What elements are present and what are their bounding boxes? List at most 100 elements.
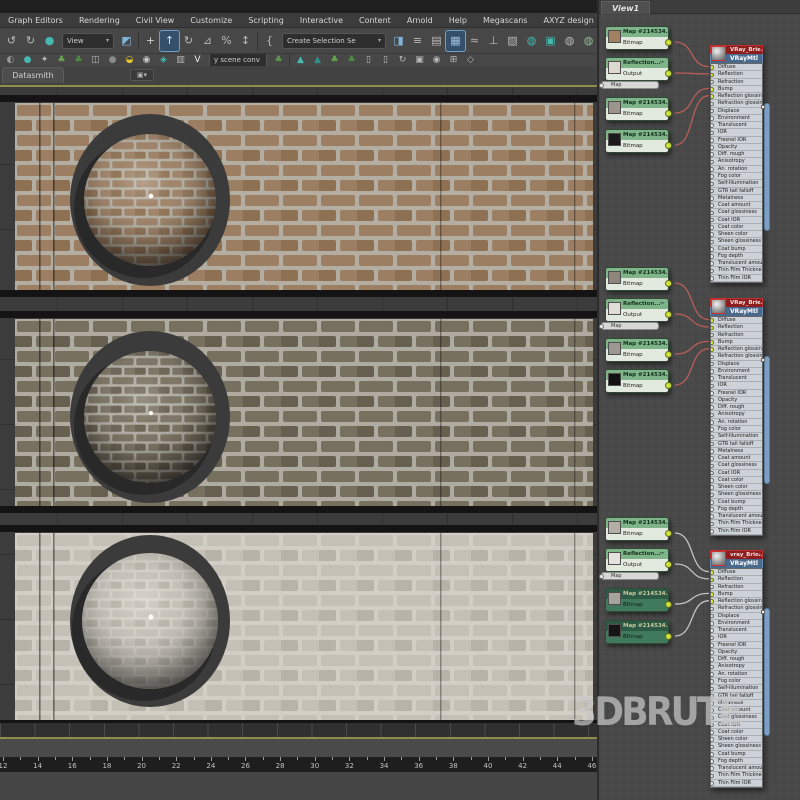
output-socket[interactable] — [665, 110, 672, 117]
rotate-icon[interactable]: ↻ — [179, 31, 198, 51]
slot-diffuse[interactable]: Diffuse — [711, 317, 762, 324]
input-socket[interactable] — [599, 324, 604, 329]
menu-item-axyz-design[interactable]: AXYZ design — [535, 16, 601, 25]
slot-bump[interactable]: Bump — [711, 591, 762, 598]
node-scrollbar[interactable] — [764, 356, 770, 484]
input-socket[interactable] — [711, 152, 714, 157]
slot-self-illumination[interactable]: Self-Illumination — [711, 685, 762, 692]
slot-coat-bump[interactable]: Coat bump — [711, 499, 762, 506]
datasmith-tab[interactable]: Datasmith — [2, 67, 64, 83]
input-socket[interactable] — [711, 500, 714, 505]
slot-fog-color[interactable]: Fog color — [711, 426, 762, 433]
slot-bump[interactable]: Bump — [711, 339, 762, 346]
reflection-output-node[interactable]: Reflection...−OutputMap — [605, 57, 669, 81]
slot-reflection-glossiness[interactable]: Reflection glossiness — [711, 598, 762, 605]
slot-displace[interactable]: Displace — [711, 361, 762, 368]
grid2-icon[interactable]: ⊞ — [445, 54, 462, 66]
input-socket[interactable] — [711, 225, 714, 230]
input-socket[interactable] — [711, 766, 714, 771]
slot-coat-ior[interactable]: Coat IOR — [711, 217, 762, 224]
menu-item-civil-view[interactable]: Civil View — [128, 16, 183, 25]
slot-sheen-glossiness[interactable]: Sheen glossiness — [711, 238, 762, 245]
minimize-icon[interactable]: − — [659, 58, 665, 67]
slot-fog-color[interactable]: Fog color — [711, 678, 762, 685]
slot-diff-rough[interactable]: Diff. rough — [711, 656, 762, 663]
select-place-icon[interactable]: ↑ — [160, 31, 179, 51]
bitmap-node[interactable]: Map #214534...Bitmap — [605, 129, 669, 153]
input-socket[interactable] — [711, 369, 714, 374]
input-socket[interactable] — [711, 240, 714, 245]
slot-opacity[interactable]: Opacity — [711, 397, 762, 404]
output-socket[interactable] — [665, 311, 672, 318]
input-socket[interactable] — [711, 405, 714, 410]
input-socket[interactable] — [711, 701, 714, 706]
slot-translucent-amount[interactable]: Translucent amount — [711, 513, 762, 520]
minimize-icon[interactable]: − — [659, 549, 665, 558]
slot-translucent[interactable]: Translucent — [711, 375, 762, 382]
input-socket[interactable] — [711, 276, 714, 281]
node-graph-canvas[interactable]: Map #214534...Bitmap Reflection...−Output… — [599, 14, 800, 800]
input-socket[interactable] — [711, 254, 714, 259]
input-socket[interactable] — [711, 592, 714, 597]
input-socket[interactable] — [711, 189, 714, 194]
input-socket[interactable] — [711, 318, 714, 323]
bitmap-node[interactable]: Map #214534...Bitmap — [605, 620, 669, 644]
slot-metalness[interactable]: Metalness — [711, 700, 762, 707]
bitmap-node[interactable]: Map #214534...Bitmap — [605, 26, 669, 50]
bitmap-node[interactable]: Map #214534...Bitmap — [605, 588, 669, 612]
slot-ior[interactable]: IOR — [711, 634, 762, 641]
input-socket[interactable] — [711, 73, 714, 78]
input-socket[interactable] — [711, 145, 714, 150]
slot-refraction[interactable]: Refraction — [711, 584, 762, 591]
tree2-icon[interactable]: ♣ — [326, 54, 343, 66]
input-socket[interactable] — [711, 269, 714, 274]
input-socket[interactable] — [711, 774, 714, 779]
reflection-output-node[interactable]: Reflection...−OutputMap — [605, 548, 669, 572]
slot-refraction-glossiness[interactable]: Refraction glossiness — [711, 605, 762, 612]
input-socket[interactable] — [711, 665, 714, 670]
rendered-frame-icon[interactable]: ▣ — [541, 31, 560, 51]
plant-icon[interactable]: ♣ — [53, 54, 70, 66]
input-socket[interactable] — [711, 80, 714, 85]
input-socket[interactable] — [711, 687, 714, 692]
input-socket[interactable] — [711, 643, 714, 648]
slot-refraction-glossiness[interactable]: Refraction glossiness — [711, 100, 762, 107]
slot-gtr-tail-falloff[interactable]: GTR tail falloff — [711, 693, 762, 700]
slot-reflection-glossiness[interactable]: Reflection glossiness — [711, 346, 762, 353]
target-icon[interactable]: ◉ — [138, 54, 155, 66]
undo-icon[interactable]: ↺ — [2, 31, 21, 51]
slot-sheen-glossiness[interactable]: Sheen glossiness — [711, 491, 762, 498]
view-dropdown[interactable]: View▾ — [62, 33, 114, 49]
slot-an-rotation[interactable]: An. rotation — [711, 419, 762, 426]
align-icon[interactable]: ≡ — [408, 31, 427, 51]
slot-translucent-amount[interactable]: Translucent amount — [711, 765, 762, 772]
output-socket[interactable] — [665, 142, 672, 149]
slot-thin-film-ior[interactable]: Thin Film IOR — [711, 780, 762, 787]
gem-icon[interactable]: ◈ — [155, 54, 172, 66]
render-teapot-icon[interactable]: ◍ — [560, 31, 579, 51]
vraymtl-node[interactable]: VRay_Bric...−VRayMtlDiffuseReflectionRef… — [710, 298, 763, 536]
input-socket[interactable] — [711, 730, 714, 735]
slot-coat-amount[interactable]: Coat amount — [711, 455, 762, 462]
hand-icon[interactable]: ✦ — [36, 54, 53, 66]
slot-thin-film-thickness[interactable]: Thin Film Thickness — [711, 267, 762, 274]
card2-icon[interactable]: ▯ — [377, 54, 394, 66]
input-socket[interactable] — [711, 442, 714, 447]
loop-icon[interactable]: ↻ — [394, 54, 411, 66]
input-socket[interactable] — [711, 514, 714, 519]
input-socket[interactable] — [711, 529, 714, 534]
slot-coat-bump[interactable]: Coat bump — [711, 246, 762, 253]
panel-icon[interactable]: ▥ — [172, 54, 189, 66]
input-socket[interactable] — [711, 160, 714, 165]
input-socket[interactable] — [599, 83, 604, 88]
input-socket[interactable] — [711, 471, 714, 476]
vray-logo-icon[interactable]: V — [189, 54, 206, 66]
scale-icon[interactable]: ⊿ — [198, 31, 217, 51]
input-socket[interactable] — [711, 657, 714, 662]
select-move-icon[interactable]: + — [141, 31, 160, 51]
input-socket[interactable] — [711, 102, 714, 107]
menu-item-megascans[interactable]: Megascans — [475, 16, 536, 25]
input-socket[interactable] — [711, 694, 714, 699]
input-socket[interactable] — [711, 138, 714, 143]
output-socket[interactable] — [665, 561, 672, 568]
